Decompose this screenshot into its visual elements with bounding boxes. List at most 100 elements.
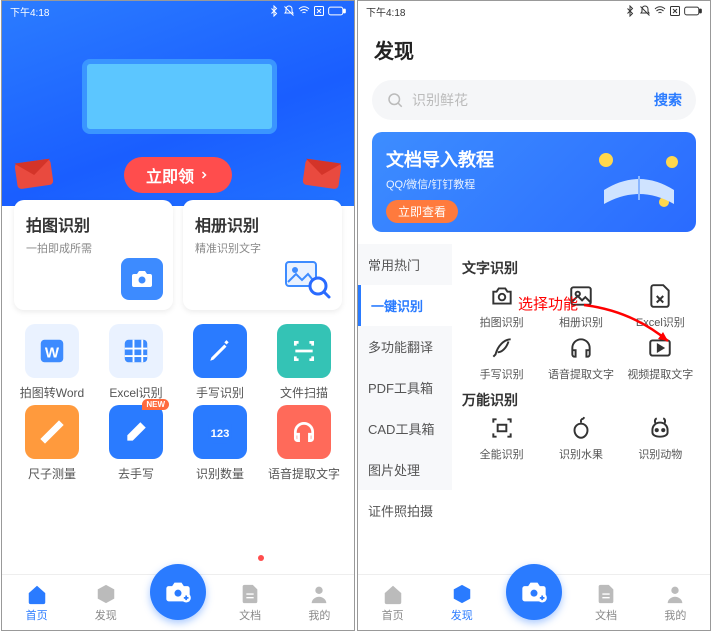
- battery-icon: [684, 5, 702, 17]
- tool-universal-recognize[interactable]: 全能识别: [466, 414, 538, 462]
- hero-card-graphic: [82, 59, 277, 134]
- tool-file-scan[interactable]: 文件扫描: [262, 324, 346, 401]
- eraser-icon: NEW: [109, 405, 163, 459]
- camera-icon: [488, 282, 516, 310]
- view-now-button[interactable]: 立即查看: [386, 200, 458, 223]
- tool-excel-recognize[interactable]: Excel识别: [94, 324, 178, 401]
- category-item[interactable]: 图片处理: [358, 449, 452, 490]
- tutorial-banner[interactable]: 文档导入教程 QQ/微信/钉钉教程 立即查看: [372, 132, 696, 232]
- category-item-selected[interactable]: 一键识别: [358, 285, 452, 326]
- doc-icon: [595, 583, 617, 605]
- number-icon: 123: [193, 405, 247, 459]
- tool-label: 识别数量: [196, 465, 244, 482]
- nav-camera-button[interactable]: [150, 564, 206, 620]
- excel-file-icon: [646, 282, 674, 310]
- bottom-nav: 首页 发现 文档 我的: [2, 574, 354, 630]
- tool-label: 手写识别: [480, 366, 524, 382]
- status-bar: 下午4:18: [2, 1, 354, 21]
- tool-fruit-recognize[interactable]: 识别水果: [545, 414, 617, 462]
- cube-icon: [95, 583, 117, 605]
- word-icon: W: [25, 324, 79, 378]
- page-title: 发现: [358, 21, 710, 74]
- camera-icon: [121, 258, 163, 300]
- nav-label: 首页: [26, 607, 48, 623]
- home-icon: [26, 583, 48, 605]
- category-item[interactable]: 多功能翻译: [358, 326, 452, 367]
- nav-home[interactable]: 首页: [368, 583, 418, 623]
- wifi-icon: [654, 5, 666, 17]
- hero-banner: 下午4:18 立即领: [2, 1, 354, 206]
- video-icon: [646, 334, 674, 362]
- category-item[interactable]: 常用热门: [358, 244, 452, 285]
- claim-label: 立即领: [146, 163, 194, 187]
- tool-video-to-text[interactable]: 视频提取文字: [624, 334, 696, 382]
- bell-off-icon: [283, 5, 295, 17]
- search-button[interactable]: 搜索: [654, 90, 682, 110]
- card-subtitle: 一拍即成所需: [26, 240, 161, 256]
- card-title: 相册识别: [195, 212, 330, 236]
- tools-grid: W 拍图转Word Excel识别 手写识别 文件扫描 尺子测量 NEW 去手写: [2, 310, 354, 488]
- section-universal-recognize: 万能识别: [462, 390, 700, 410]
- scan-icon: [277, 324, 331, 378]
- close-square-icon: [669, 5, 681, 17]
- nav-discover[interactable]: 发现: [437, 583, 487, 623]
- search-input[interactable]: 识别鲜花 搜索: [372, 80, 696, 120]
- new-badge: NEW: [142, 399, 169, 410]
- nav-docs[interactable]: 文档: [225, 583, 275, 623]
- nav-label: 文档: [239, 607, 261, 623]
- tool-label: 识别水果: [559, 446, 603, 462]
- bell-off-icon: [639, 5, 651, 17]
- category-item[interactable]: CAD工具箱: [358, 408, 452, 449]
- search-placeholder: 识别鲜花: [412, 90, 468, 110]
- tool-handwriting-recognize[interactable]: 手写识别: [178, 324, 262, 401]
- tool-remove-handwriting[interactable]: NEW 去手写: [94, 405, 178, 482]
- tool-label: 语音提取文字: [268, 465, 340, 482]
- tool-handwriting-recognize[interactable]: 手写识别: [466, 334, 538, 382]
- nav-label: 发现: [95, 607, 117, 623]
- tool-label: 手写识别: [196, 384, 244, 401]
- bluetooth-icon: [624, 5, 636, 17]
- svg-text:123: 123: [211, 428, 230, 440]
- chevron-right-icon: [198, 169, 210, 181]
- battery-icon: [328, 5, 346, 17]
- tool-voice-to-text[interactable]: 语音提取文字: [262, 405, 346, 482]
- category-panel: 常用热门 一键识别 多功能翻译 PDF工具箱 CAD工具箱 图片处理 证件照拍摄…: [358, 244, 710, 490]
- pen-icon: [193, 324, 247, 378]
- table-icon: [109, 324, 163, 378]
- tool-label: Excel识别: [636, 314, 685, 330]
- wifi-icon: [298, 5, 310, 17]
- nav-profile[interactable]: 我的: [650, 583, 700, 623]
- category-item[interactable]: 证件照拍摄: [358, 490, 452, 531]
- nav-camera-button[interactable]: [506, 564, 562, 620]
- tool-label: 识别动物: [638, 446, 682, 462]
- headphones-icon: [567, 334, 595, 362]
- tool-row: 手写识别 语音提取文字 视频提取文字: [462, 334, 700, 382]
- nav-home[interactable]: 首页: [12, 583, 62, 623]
- tool-animal-recognize[interactable]: 识别动物: [624, 414, 696, 462]
- tool-count-recognize[interactable]: 123 识别数量: [178, 405, 262, 482]
- tool-label: 相册识别: [559, 314, 603, 330]
- tool-audio-to-text[interactable]: 语音提取文字: [545, 334, 617, 382]
- tool-label: 尺子测量: [28, 465, 76, 482]
- tool-pdf-to-word[interactable]: W 拍图转Word: [10, 324, 94, 401]
- category-item[interactable]: PDF工具箱: [358, 367, 452, 408]
- tool-excel-recognize[interactable]: Excel识别: [624, 282, 696, 330]
- scan-icon: [488, 414, 516, 442]
- bottom-nav: 首页 发现 文档 我的: [358, 574, 710, 630]
- nav-docs[interactable]: 文档: [581, 583, 631, 623]
- svg-text:W: W: [45, 344, 60, 361]
- right-screenshot: 下午4:18 发现 识别鲜花 搜索 文档导入教程 QQ/微信/钉钉教程 立即查看…: [357, 0, 711, 631]
- album-recognize-card[interactable]: 相册识别 精准识别文字: [183, 200, 342, 310]
- camera-recognize-card[interactable]: 拍图识别 一拍即成所需: [14, 200, 173, 310]
- nav-label: 首页: [382, 607, 404, 623]
- claim-button[interactable]: 立即领: [124, 157, 232, 193]
- nav-discover[interactable]: 发现: [81, 583, 131, 623]
- tool-row: 全能识别 识别水果 识别动物: [462, 414, 700, 462]
- ruler-icon: [25, 405, 79, 459]
- person-icon: [308, 583, 330, 605]
- nav-profile[interactable]: 我的: [294, 583, 344, 623]
- camera-plus-icon: [520, 578, 548, 606]
- status-time: 下午4:18: [366, 4, 405, 19]
- tool-row: 拍图识别 相册识别 Excel识别: [462, 282, 700, 330]
- tool-ruler[interactable]: 尺子测量: [10, 405, 94, 482]
